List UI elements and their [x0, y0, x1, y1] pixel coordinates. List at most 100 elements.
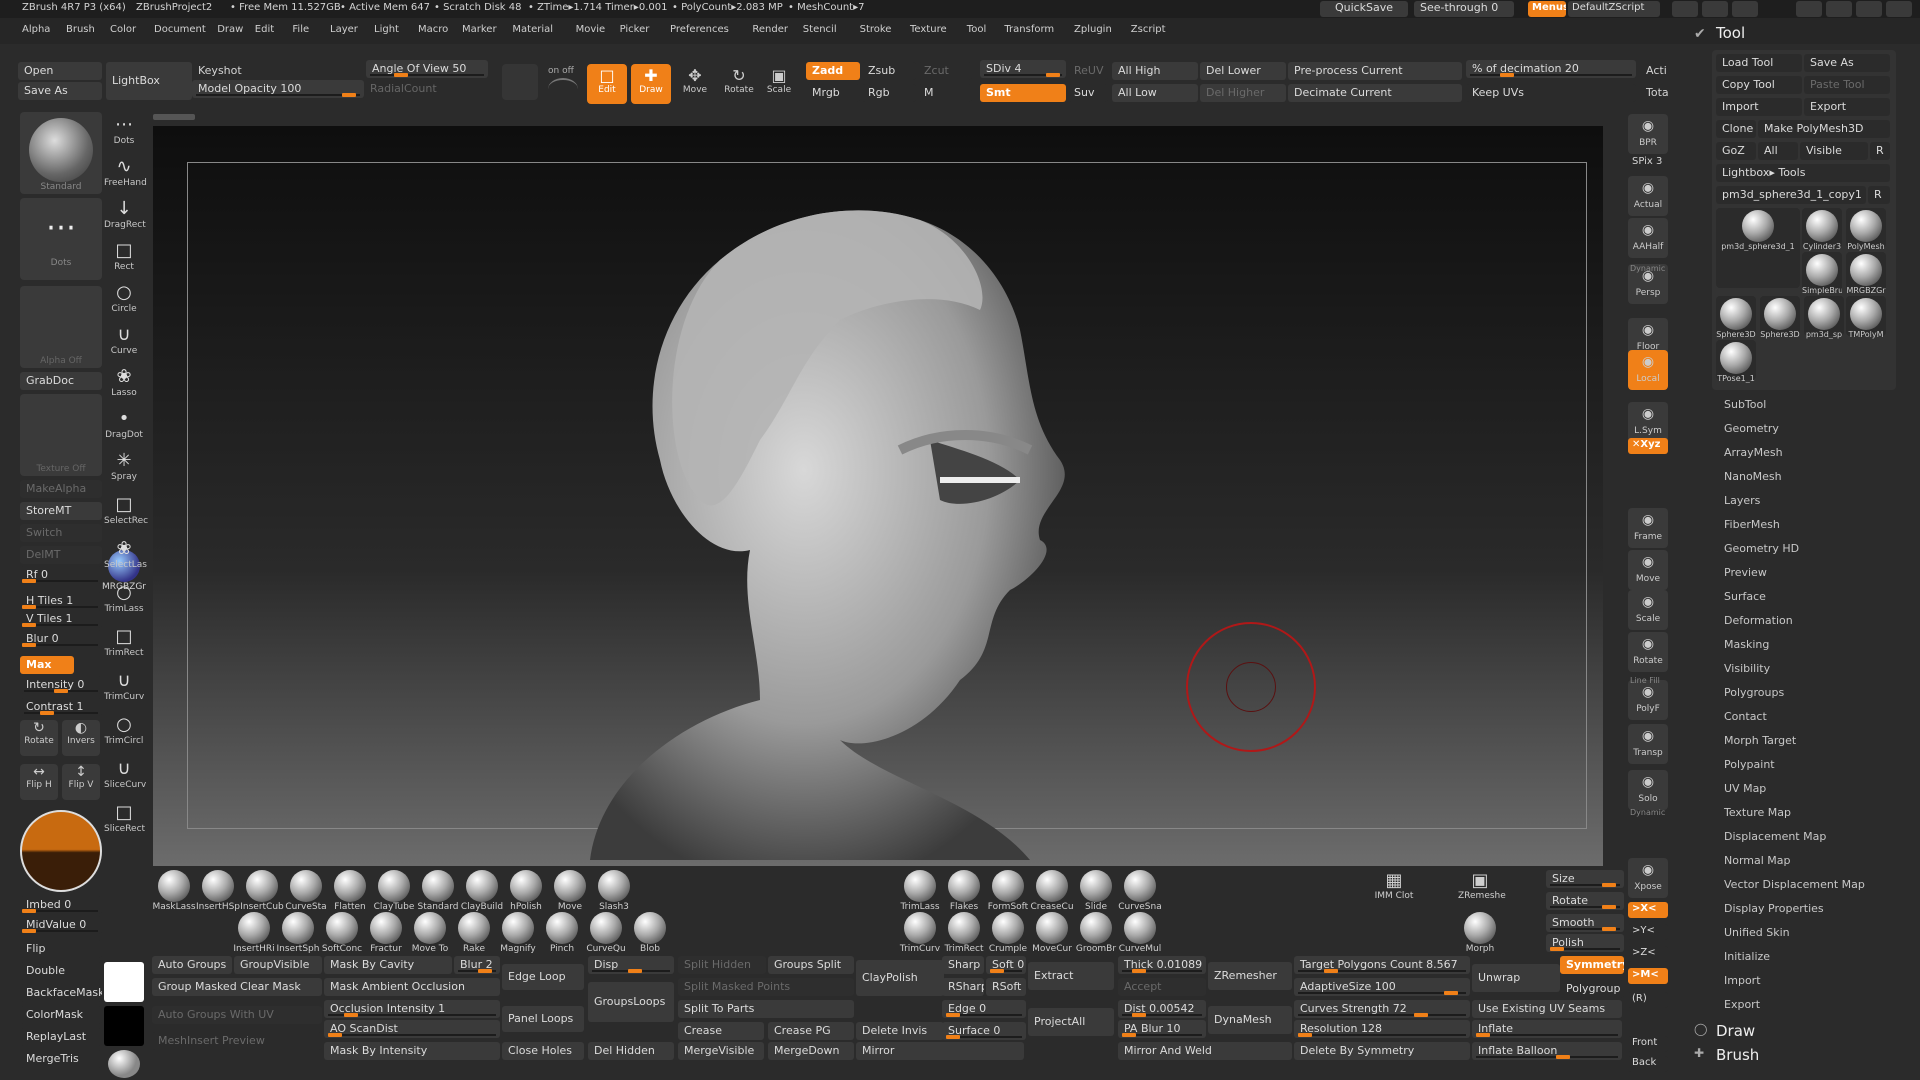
surface-slider[interactable]: Surface 0	[942, 1022, 1026, 1040]
del-hidden-button[interactable]: Del Hidden	[588, 1042, 674, 1060]
texture-thumbnail[interactable]: Texture Off	[20, 394, 102, 476]
tool-thumb-5[interactable]: Sphere3D	[1716, 296, 1756, 339]
mask-by-cavity-button[interactable]: Mask By Cavity	[324, 956, 452, 974]
stroke-trimrect-button[interactable]: □ TrimRect	[104, 626, 144, 666]
morph-brush-button[interactable]: Morph	[1458, 912, 1502, 954]
lightbox-tools-button[interactable]: Lightbox▸ Tools	[1716, 164, 1890, 182]
brush-flatten-button[interactable]: Flatten	[328, 870, 372, 912]
size-slider[interactable]: Size	[1546, 870, 1624, 888]
menu-stroke[interactable]: Stroke	[860, 24, 892, 35]
save-as-tool-button[interactable]: Save As	[1804, 54, 1890, 72]
crease-pg-button[interactable]: Crease PG	[768, 1022, 854, 1040]
dynamesh-button[interactable]: DynaMesh	[1208, 1006, 1292, 1034]
alpha-thumbnail[interactable]: Alpha Off	[20, 286, 102, 368]
brush-movecur-button[interactable]: MoveCur	[1030, 912, 1074, 954]
grabdoc-button[interactable]: GrabDoc	[20, 372, 102, 390]
v-tiles-slider[interactable]: V Tiles 1	[20, 610, 102, 628]
menu-tool[interactable]: Tool	[967, 24, 986, 35]
subpalette-texture-map[interactable]: Texture Map	[1724, 806, 1791, 819]
intensity-slider[interactable]: Intensity 0	[20, 676, 102, 694]
menu-zplugin[interactable]: Zplugin	[1074, 24, 1112, 35]
tool-thumb-3[interactable]: SimpleBru	[1802, 252, 1842, 295]
current-tool-slider[interactable]: pm3d_sphere3d_1_copy1	[1716, 186, 1866, 204]
shelf-transp-button[interactable]: ◉ Transp	[1628, 724, 1668, 764]
shelf-frame-button[interactable]: ◉ Frame	[1628, 508, 1668, 548]
subpalette-visibility[interactable]: Visibility	[1724, 662, 1770, 675]
menu-light[interactable]: Light	[374, 24, 399, 35]
subpalette-vector-displacement-map[interactable]: Vector Displacement Map	[1724, 878, 1865, 891]
lock-icon[interactable]	[1796, 1, 1822, 17]
curve-editor-disc[interactable]	[20, 810, 102, 892]
groupvisible-button[interactable]: GroupVisible	[234, 956, 322, 974]
brush-slash3-button[interactable]: Slash3	[592, 870, 636, 912]
imbed-slider[interactable]: Imbed 0	[20, 896, 102, 914]
replaylast-button[interactable]: ReplayLast	[20, 1028, 102, 1046]
brush-trimcurv-button[interactable]: TrimCurv	[898, 912, 942, 954]
mask-by-intensity-button[interactable]: Mask By Intensity	[324, 1042, 500, 1060]
storemt-button[interactable]: StoreMT	[20, 502, 102, 520]
quicksave-button[interactable]: QuickSave	[1320, 1, 1408, 17]
subpalette-layers[interactable]: Layers	[1724, 494, 1760, 507]
brush-inserthri-button[interactable]: InsertHRi	[232, 912, 276, 954]
double-button[interactable]: Double	[20, 962, 102, 980]
makealpha-button[interactable]: MakeAlpha	[20, 480, 102, 498]
tool-thumb-0[interactable]: pm3d_sphere3d_1	[1716, 208, 1800, 288]
brush-trimlass-button[interactable]: TrimLass	[898, 870, 942, 912]
brush-thumbnail[interactable]: Standard	[20, 112, 102, 194]
shelf-polyf-button[interactable]: ◉ PolyF	[1628, 680, 1668, 720]
inflate-balloon-slider[interactable]: Inflate Balloon	[1472, 1042, 1622, 1060]
rsoft-button[interactable]: RSoft	[986, 978, 1026, 996]
brush-softconc-button[interactable]: SoftConc	[320, 912, 364, 954]
draw-button[interactable]: ✚ Draw	[631, 64, 671, 104]
brush-curvemul-button[interactable]: CurveMul	[1118, 912, 1162, 954]
del-higher-button[interactable]: Del Higher	[1200, 84, 1286, 102]
restore-icon[interactable]	[1856, 1, 1882, 17]
tool-thumb-2[interactable]: PolyMesh	[1846, 208, 1886, 251]
menu-macro[interactable]: Macro	[418, 24, 448, 35]
crease-button[interactable]: Crease	[678, 1022, 764, 1040]
subpalette-fibermesh[interactable]: FiberMesh	[1724, 518, 1780, 531]
brush-magnify-button[interactable]: Magnify	[496, 912, 540, 954]
axis-ygt-button[interactable]: >Y<	[1628, 924, 1668, 940]
menu-stencil[interactable]: Stencil	[803, 24, 837, 35]
contrast-slider[interactable]: Contrast 1	[20, 698, 102, 716]
stroke-thumbnail[interactable]: ⋯ Dots	[20, 198, 102, 280]
inflate-slider[interactable]: Inflate	[1472, 1020, 1622, 1038]
grouploops-button[interactable]: GroupsLoops	[588, 982, 674, 1022]
subpalette-preview[interactable]: Preview	[1724, 566, 1767, 579]
subpalette-displacement-map[interactable]: Displacement Map	[1724, 830, 1826, 843]
switch-button[interactable]: Switch	[20, 524, 102, 542]
brush-curvesna-button[interactable]: CurveSna	[1118, 870, 1162, 912]
stroke-lasso-button[interactable]: ❀ Lasso	[104, 366, 144, 406]
claypolish-button[interactable]: ClayPolish	[856, 960, 944, 996]
decimate-current-button[interactable]: Decimate Current	[1288, 84, 1462, 102]
keep-uvs-button[interactable]: Keep UVs	[1466, 84, 1636, 102]
menu-zscript[interactable]: Zscript	[1131, 24, 1166, 35]
mirror-and-weld-button[interactable]: Mirror And Weld	[1118, 1042, 1292, 1060]
stroke-selectrec-button[interactable]: □ SelectRec	[104, 494, 148, 534]
tool-panel-title[interactable]: Tool	[1716, 24, 1745, 42]
make-polymesh3d-button[interactable]: Make PolyMesh3D	[1758, 120, 1890, 138]
backfacemask-button[interactable]: BackfaceMask	[20, 984, 102, 1002]
pa-blur-slider[interactable]: PA Blur 10	[1118, 1020, 1206, 1038]
stroke-selectlas-button[interactable]: ❀ SelectLas	[104, 538, 147, 578]
rsharp-button[interactable]: RSharp	[942, 978, 984, 996]
brush-move-button[interactable]: Move	[548, 870, 592, 912]
goz-r-button[interactable]: R	[1870, 142, 1890, 160]
stroke-trimcurv-button[interactable]: ∪ TrimCurv	[104, 670, 144, 710]
menu-brush[interactable]: Brush	[66, 24, 95, 35]
shelf-xpose-button[interactable]: ◉ Xpose	[1628, 858, 1668, 898]
max-button[interactable]: Max	[20, 656, 74, 674]
stroke-curve-button[interactable]: ∪ Curve	[104, 324, 144, 364]
scroll-handle[interactable]	[153, 114, 195, 120]
material-sphere-icon[interactable]	[108, 1050, 140, 1078]
sharp-button[interactable]: Sharp	[942, 956, 984, 974]
draw-palette-header[interactable]: Draw	[1716, 1022, 1755, 1040]
soft-slider[interactable]: Soft 0	[986, 956, 1026, 974]
brush-blob-button[interactable]: Blob	[628, 912, 672, 954]
midvalue-slider[interactable]: MidValue 0	[20, 916, 102, 934]
close-icon[interactable]	[1886, 1, 1912, 17]
menu-document[interactable]: Document	[154, 24, 206, 35]
thick-slider[interactable]: Thick 0.01089	[1118, 956, 1206, 974]
use-existing-uv-button[interactable]: Use Existing UV Seams	[1472, 1000, 1622, 1018]
